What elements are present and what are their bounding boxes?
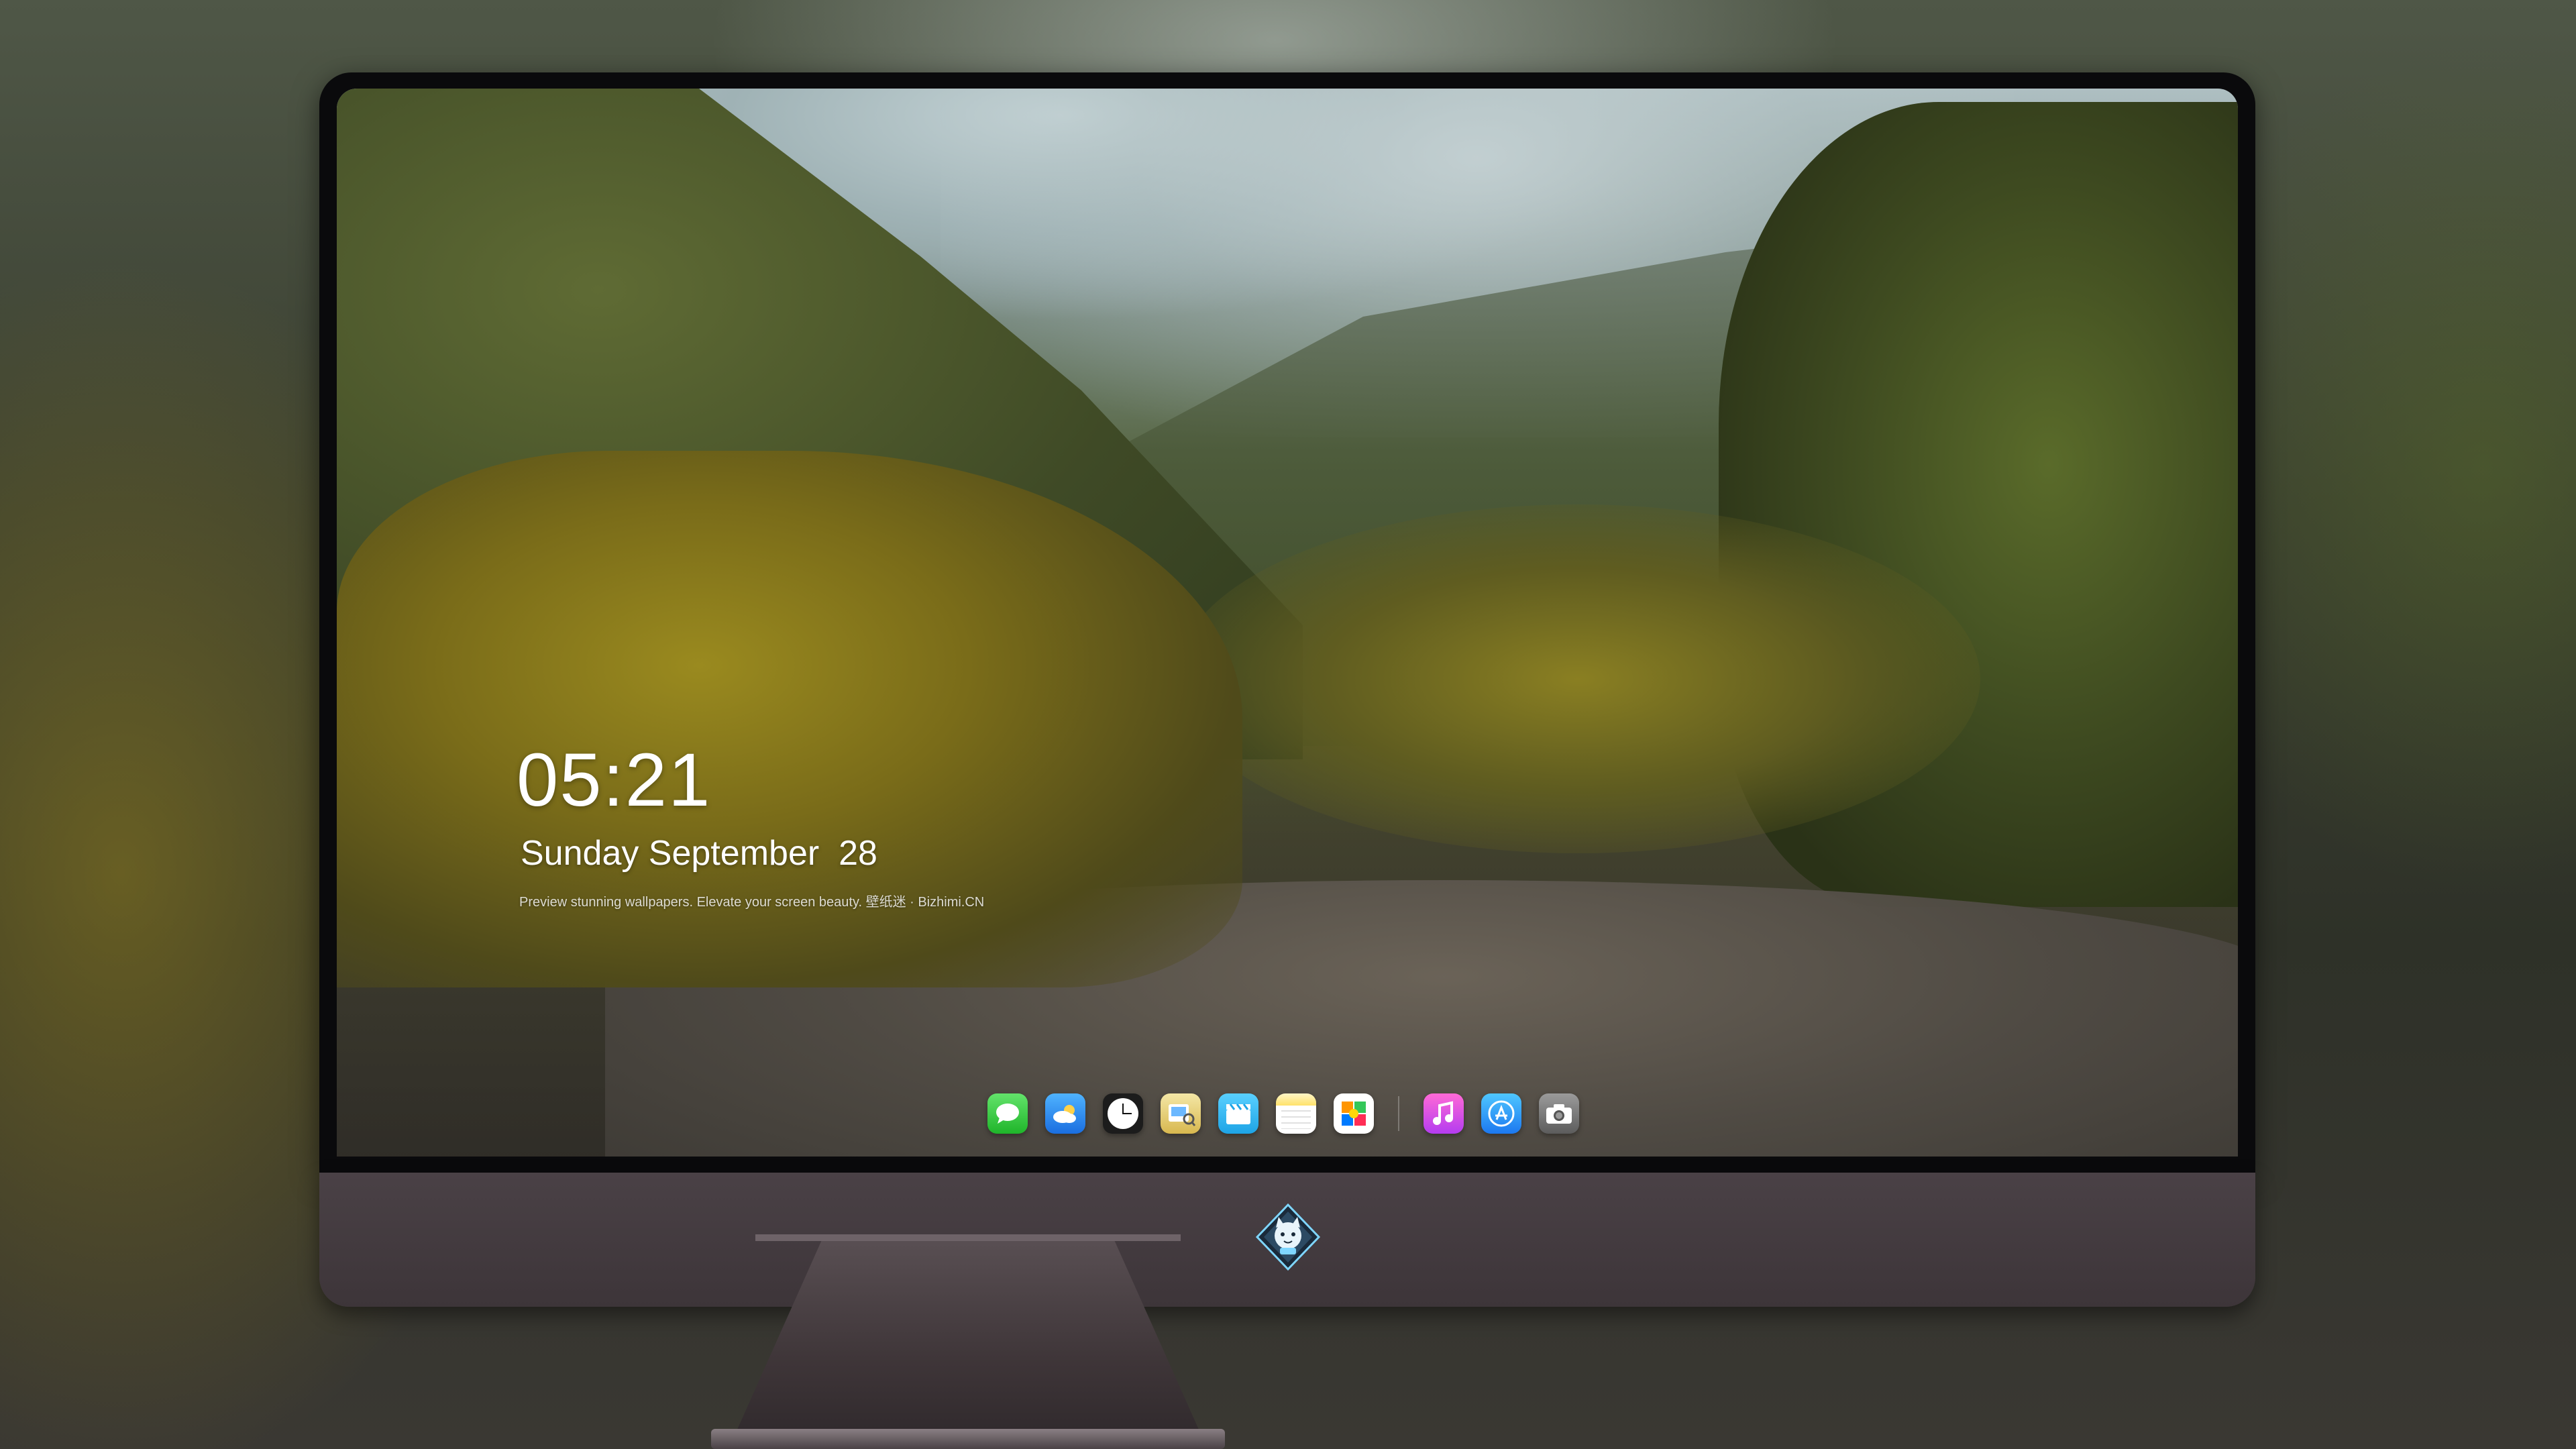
clock-icon[interactable] xyxy=(1103,1093,1143,1134)
camera-icon[interactable] xyxy=(1539,1093,1579,1134)
messages-icon[interactable] xyxy=(987,1093,1028,1134)
lock-screen-time: 05:21 xyxy=(517,738,712,822)
clips-icon[interactable] xyxy=(1218,1093,1258,1134)
weather-icon[interactable] xyxy=(1045,1093,1085,1134)
notes-lines xyxy=(1281,1110,1311,1129)
monitor-bezel: 05:21 Sunday September 28 Preview stunni… xyxy=(319,72,2255,1173)
wallpaper-caption[interactable]: Preview stunning wallpapers. Elevate you… xyxy=(519,891,984,910)
wallpaper-trees-mid xyxy=(1175,504,1980,853)
dock-separator xyxy=(1398,1096,1399,1131)
dock xyxy=(987,1089,1579,1138)
notes-icon[interactable] xyxy=(1276,1093,1316,1134)
monitor: 05:21 Sunday September 28 Preview stunni… xyxy=(319,72,2255,1307)
photos-icon[interactable] xyxy=(1334,1093,1374,1134)
lock-screen[interactable]: 05:21 Sunday September 28 Preview stunni… xyxy=(337,89,2238,1157)
app-store-icon[interactable] xyxy=(1481,1093,1521,1134)
cat-mascot-logo xyxy=(1255,1203,1321,1271)
preview-icon[interactable] xyxy=(1161,1093,1201,1134)
clock-face xyxy=(1108,1098,1138,1129)
monitor-stand-base xyxy=(711,1429,1225,1449)
music-icon[interactable] xyxy=(1424,1093,1464,1134)
monitor-stand-top xyxy=(755,1234,1181,1241)
monitor-chin xyxy=(319,1173,2255,1307)
lock-screen-date: Sunday September 28 xyxy=(521,834,877,873)
